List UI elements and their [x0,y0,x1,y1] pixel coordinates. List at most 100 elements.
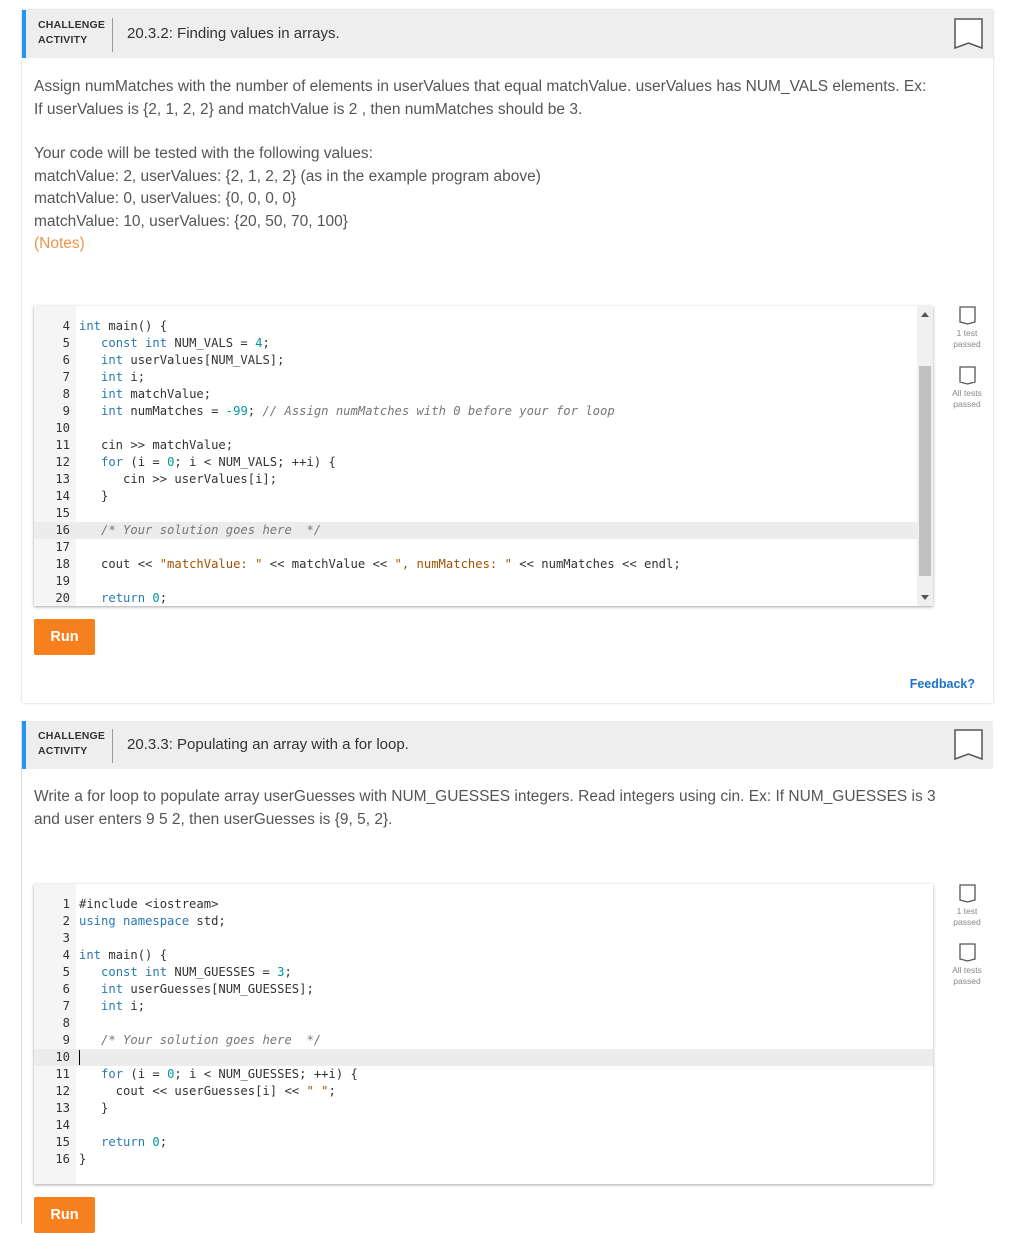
code-line[interactable]: 10 [34,420,933,437]
code-line[interactable]: 5 const int NUM_VALS = 4; [34,335,933,352]
line-number: 7 [62,370,70,384]
code-line[interactable]: 13 cin >> userValues[i]; [34,471,933,488]
code-text[interactable]: for (i = 0; i < NUM_VALS; ++i) { [79,454,336,471]
line-number: 20 [55,591,70,605]
code-text[interactable]: /* Your solution goes here */ [79,522,321,539]
code-text[interactable]: } [79,1151,86,1168]
code-line[interactable]: 15 return 0; [34,1134,933,1151]
code-text[interactable]: /* Your solution goes here */ [79,1032,321,1049]
challenge-activity-2: CHALLENGE ACTIVITY 20.3.3: Populating an… [22,721,993,1233]
code-text[interactable]: int userValues[NUM_VALS]; [79,352,284,369]
activity-description: Assign numMatches with the number of ele… [34,76,954,121]
code-text[interactable]: cin >> userValues[i]; [79,471,277,488]
code-line[interactable]: 8 [34,1015,933,1032]
code-text[interactable]: int userGuesses[NUM_GUESSES]; [79,981,314,998]
code-line[interactable]: 16} [34,1151,933,1168]
run-button[interactable]: Run [34,619,95,655]
code-line[interactable]: 17 [34,539,933,556]
header-divider [112,18,113,52]
code-text[interactable]: } [79,488,108,505]
code-line[interactable]: 6 int userGuesses[NUM_GUESSES]; [34,981,933,998]
code-line[interactable]: 20 return 0; [34,590,933,606]
notes-link[interactable]: (Notes) [34,233,954,256]
code-line[interactable]: 10 [34,1049,933,1066]
test-values: Your code will be tested with the follow… [34,143,954,256]
code-line[interactable]: 9 int numMatches = -99; // Assign numMat… [34,403,933,420]
code-text[interactable]: cout << "matchValue: " << matchValue << … [79,556,681,573]
code-text[interactable]: int numMatches = -99; // Assign numMatch… [79,403,615,420]
code-line[interactable]: 3 [34,930,933,947]
editor-scrollbar[interactable] [917,306,933,606]
code-line[interactable]: 4 int main() { [34,947,933,964]
code-text[interactable]: using namespace std; [79,913,226,930]
code-line[interactable]: 15 [34,505,933,522]
code-line[interactable]: 13 } [34,1100,933,1117]
code-line[interactable]: 19 [34,573,933,590]
text-cursor [79,1050,80,1065]
code-text[interactable]: return 0; [79,1134,167,1151]
line-number: 13 [55,472,70,486]
scroll-down-icon[interactable] [921,595,929,600]
scroll-up-icon[interactable] [921,312,929,317]
activity-header: CHALLENGE ACTIVITY 20.3.2: Finding value… [22,10,993,58]
status-label: All tests passed [952,965,982,986]
code-line[interactable]: 12 for (i = 0; i < NUM_VALS; ++i) { [34,454,933,471]
code-editor[interactable]: 4 int main() {5 const int NUM_VALS = 4; 6 … [34,306,933,606]
line-number: 8 [62,1016,70,1030]
code-line[interactable]: 8 int matchValue; [34,386,933,403]
test-status-all: All tests passed [950,943,984,987]
scrollbar-thumb[interactable] [919,366,931,576]
code-line[interactable]: 16 /* Your solution goes here */ [34,522,933,539]
bookmark-icon[interactable] [954,729,983,763]
code-line[interactable]: 5 const int NUM_GUESSES = 3; [34,964,933,981]
code-text[interactable]: int matchValue; [79,386,211,403]
line-number: 12 [55,1084,70,1098]
code-text[interactable]: cout << userGuesses[i] << " "; [79,1083,336,1100]
line-number: 11 [55,438,70,452]
code-text[interactable]: int i; [79,998,145,1015]
code-text[interactable]: const int NUM_VALS = 4; [79,335,270,352]
code-line[interactable]: 11 for (i = 0; i < NUM_GUESSES; ++i) { [34,1066,933,1083]
test-case: matchValue: 2, userValues: {2, 1, 2, 2} … [34,167,541,185]
code-line[interactable]: 4 int main() { [34,318,933,335]
code-line[interactable]: 7 int i; [34,998,933,1015]
code-line[interactable]: 9 /* Your solution goes here */ [34,1032,933,1049]
code-text[interactable]: int main() { [79,947,167,964]
code-line[interactable]: 1 #include <iostream> [34,896,933,913]
code-text[interactable]: cin >> matchValue; [79,437,233,454]
code-line[interactable]: 6 int userValues[NUM_VALS]; [34,352,933,369]
code-line[interactable]: 14 } [34,488,933,505]
code-line[interactable]: 14 [34,1117,933,1134]
code-text[interactable]: } [79,1100,108,1117]
activity-title: 20.3.2: Finding values in arrays. [127,25,340,42]
code-line[interactable]: 11 cin >> matchValue; [34,437,933,454]
code-line[interactable]: 18 cout << "matchValue: " << matchValue … [34,556,933,573]
line-number: 8 [62,387,70,401]
test-case: matchValue: 0, userValues: {0, 0, 0, 0} [34,190,297,207]
code-line[interactable]: 2 using namespace std; [34,913,933,930]
line-number: 11 [55,1067,70,1081]
code-editor[interactable]: 1 #include <iostream> 2 using namespace std… [34,884,933,1184]
run-button[interactable]: Run [34,1197,95,1233]
code-text[interactable]: const int NUM_GUESSES = 3; [79,964,292,981]
code-line[interactable]: 7 int i; [34,369,933,386]
line-number: 6 [62,353,70,367]
code-text[interactable]: int i; [79,369,145,386]
line-number: 12 [55,455,70,469]
feedback-link[interactable]: Feedback? [910,677,975,691]
code-text[interactable]: #include <iostream> [79,896,218,913]
code-text[interactable]: return 0; [79,590,167,606]
code-text[interactable]: int main() { [79,318,167,335]
line-number: 9 [62,1033,70,1047]
code-line[interactable]: 12 cout << userGuesses[i] << " "; [34,1083,933,1100]
test-status-1: 1 test passed [950,884,984,928]
code-text[interactable]: for (i = 0; i < NUM_GUESSES; ++i) { [79,1066,358,1083]
bookmark-icon[interactable] [954,18,983,52]
challenge-activity-1: CHALLENGE ACTIVITY 20.3.2: Finding value… [22,10,993,703]
activity-type-line2: ACTIVITY [38,745,88,757]
activity-type-line1: CHALLENGE [38,19,106,31]
line-number: 5 [62,336,70,350]
code-text[interactable] [79,1049,80,1066]
line-number: 14 [55,1118,70,1132]
line-number: 10 [55,421,70,435]
